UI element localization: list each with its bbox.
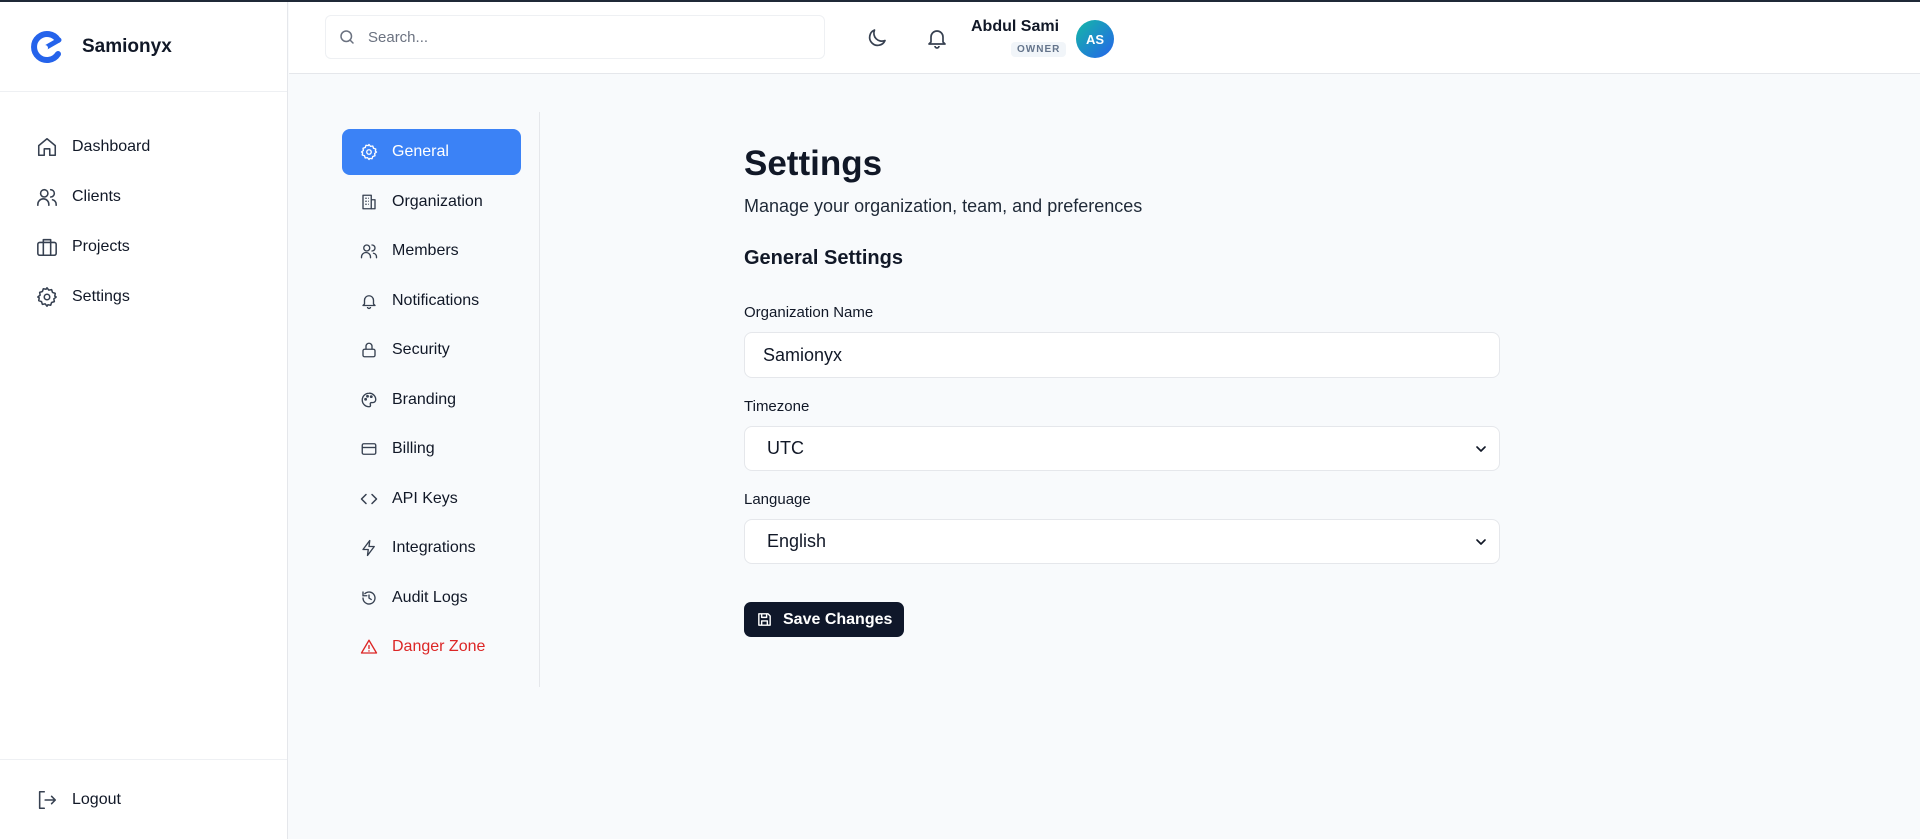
lightning-icon: [360, 539, 378, 557]
save-button[interactable]: Save Changes: [744, 602, 905, 637]
sidebar-item-label: Projects: [72, 238, 130, 255]
chevron-down-icon: [1473, 441, 1489, 457]
language-select[interactable]: English: [744, 519, 1500, 564]
timezone-select[interactable]: UTC: [744, 426, 1500, 471]
samionyx-logo-icon: [28, 29, 64, 65]
tab-general[interactable]: General: [342, 129, 521, 175]
role-badge: OWNER: [1011, 42, 1067, 57]
tab-billing[interactable]: Billing: [342, 426, 521, 472]
credit-card-icon: [360, 440, 378, 458]
tab-label: Organization: [392, 192, 483, 210]
warning-icon: [360, 638, 378, 656]
timezone-label: Timezone: [744, 398, 810, 415]
gear-icon: [360, 143, 378, 161]
palette-icon: [360, 391, 378, 409]
tab-integrations[interactable]: Integrations: [342, 525, 521, 571]
sidebar: Samionyx Dashboard Clients Projects Sett…: [0, 2, 288, 839]
sidebar-item-settings[interactable]: Settings: [0, 272, 287, 322]
main-nav: Dashboard Clients Projects Settings: [0, 92, 287, 322]
search-box[interactable]: [325, 15, 825, 59]
logout-label: Logout: [72, 790, 121, 808]
sidebar-item-dashboard[interactable]: Dashboard: [0, 122, 287, 172]
settings-nav: General Organization Members Notificatio…: [342, 129, 540, 674]
tab-label: Members: [392, 242, 459, 259]
bell-icon: [360, 292, 378, 310]
chevron-down-icon: [1473, 534, 1489, 550]
topbar: Abdul Sami OWNER AS: [289, 2, 1920, 74]
lock-icon: [360, 341, 378, 359]
language-value: English: [767, 531, 827, 551]
section-title: General Settings: [744, 247, 903, 269]
avatar-initials: AS: [1085, 31, 1105, 47]
organization-name-label: Organization Name: [744, 304, 874, 321]
tab-danger-zone[interactable]: Danger Zone: [342, 624, 521, 670]
tab-label: Branding: [392, 390, 457, 408]
tab-label: API Keys: [392, 489, 458, 507]
tab-label: General: [392, 143, 449, 160]
tab-branding[interactable]: Branding: [342, 377, 521, 423]
code-icon: [360, 490, 378, 508]
tab-label: Audit Logs: [392, 588, 468, 606]
save-icon: [756, 611, 773, 628]
sidebar-item-label: Clients: [72, 188, 121, 205]
tab-label: Security: [392, 341, 450, 358]
timezone-value: UTC: [767, 438, 804, 458]
sidebar-item-label: Settings: [72, 288, 130, 305]
building-icon: [360, 193, 378, 211]
briefcase-icon: [36, 236, 58, 258]
save-button-label: Save Changes: [783, 610, 893, 628]
gear-icon: [36, 286, 58, 308]
organization-name-value: Samionyx: [763, 344, 843, 365]
brand[interactable]: Samionyx: [0, 2, 287, 92]
tab-organization[interactable]: Organization: [342, 179, 521, 225]
page-subtitle: Manage your organization, team, and pref…: [744, 196, 1143, 216]
tab-api-keys[interactable]: API Keys: [342, 476, 521, 522]
moon-icon[interactable]: [865, 26, 889, 50]
tab-security[interactable]: Security: [342, 327, 521, 373]
brand-name: Samionyx: [82, 35, 172, 57]
language-label: Language: [744, 491, 811, 508]
sidebar-item-label: Dashboard: [72, 138, 151, 155]
tab-audit-logs[interactable]: Audit Logs: [342, 575, 521, 621]
sidebar-item-clients[interactable]: Clients: [0, 172, 287, 222]
tab-notifications[interactable]: Notifications: [342, 278, 521, 324]
organization-name-field[interactable]: Samionyx: [744, 332, 1500, 378]
tab-label: Billing: [392, 440, 435, 457]
tab-label: Integrations: [392, 539, 476, 556]
bell-icon[interactable]: [925, 26, 949, 50]
logout-button[interactable]: Logout: [0, 759, 287, 839]
settings-divider: [539, 112, 540, 687]
home-icon: [36, 136, 58, 158]
avatar[interactable]: AS: [1076, 20, 1114, 58]
settings-content: Settings Manage your organization, team,…: [744, 144, 1500, 637]
search-icon: [338, 28, 356, 46]
history-icon: [360, 589, 378, 607]
sidebar-item-projects[interactable]: Projects: [0, 222, 287, 272]
tab-members[interactable]: Members: [342, 228, 521, 274]
page-title: Settings: [744, 144, 883, 183]
users-icon: [36, 186, 58, 208]
user-name: Abdul Sami: [971, 18, 1060, 35]
search-input[interactable]: [368, 28, 808, 46]
users-icon: [360, 242, 378, 260]
tab-label: Notifications: [392, 291, 480, 309]
tab-label: Danger Zone: [392, 638, 486, 655]
logout-icon: [36, 789, 58, 811]
